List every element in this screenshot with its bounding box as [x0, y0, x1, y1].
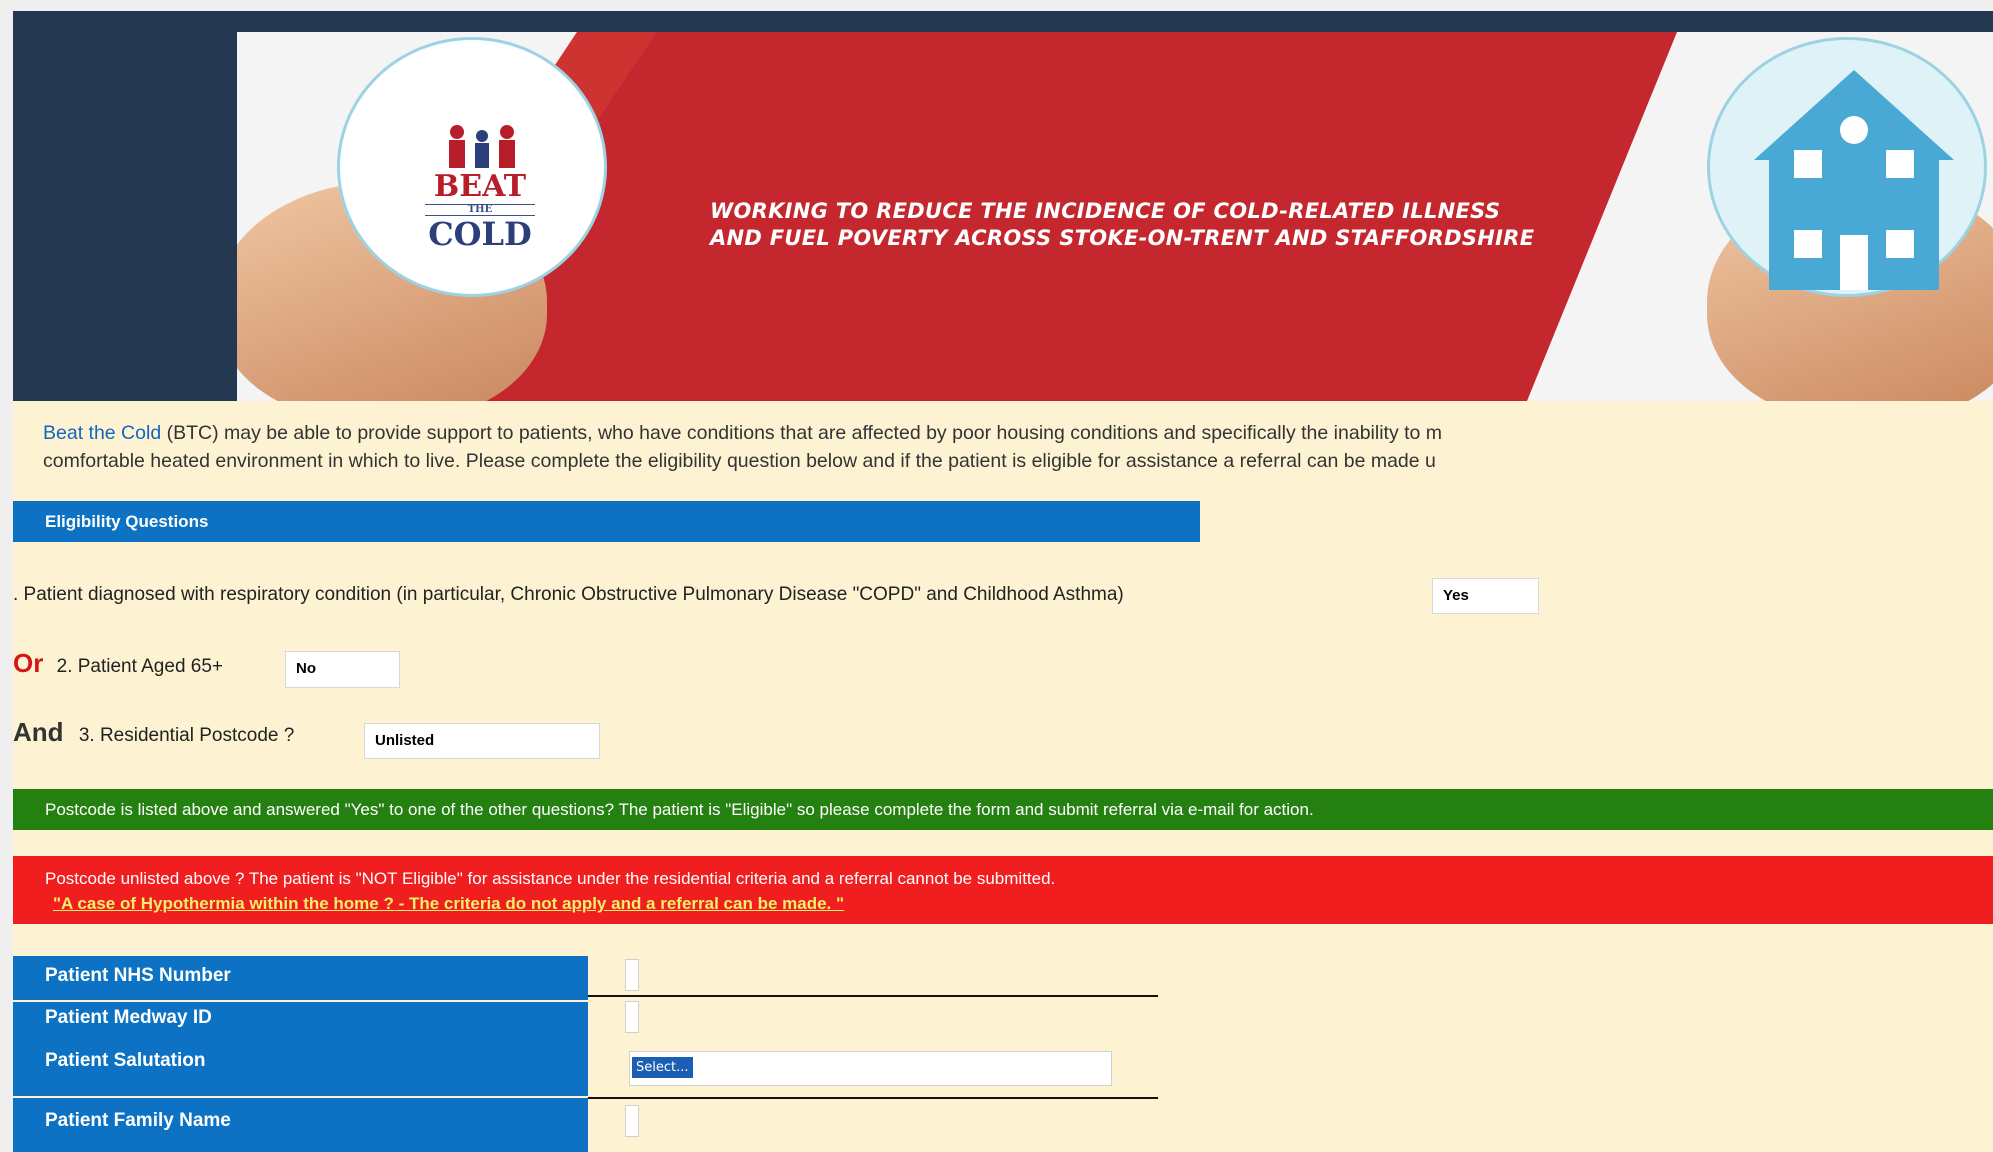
- and-connector: And: [13, 717, 64, 747]
- eligible-message: Postcode is listed above and answered "Y…: [13, 789, 1993, 830]
- not-eligible-text: Postcode unlisted above ? The patient is…: [45, 869, 1056, 888]
- family-icon: [449, 125, 515, 168]
- question-2-select[interactable]: No: [285, 651, 400, 688]
- intro-paragraph: Beat the Cold (BTC) may be able to provi…: [43, 419, 1993, 475]
- nhs-number-label: Patient NHS Number: [45, 965, 231, 986]
- question-3-label: 3. Residential Postcode ?: [78, 725, 295, 746]
- hypothermia-note: "A case of Hypothermia within the home ?…: [53, 894, 845, 913]
- family-name-input[interactable]: [625, 1105, 639, 1137]
- intro-line-2: comfortable heated environment in which …: [43, 450, 1436, 472]
- form-rule: [588, 995, 1158, 997]
- tagline-line-1: WORKING TO REDUCE THE INCIDENCE OF COLD-…: [710, 199, 1501, 223]
- family-name-label: Patient Family Name: [45, 1110, 231, 1131]
- logo-line-cold: COLD: [428, 215, 532, 253]
- form-separator: [13, 1000, 588, 1002]
- form-rule: [588, 1097, 1158, 1099]
- header-banner: BEAT THE COLD WORKING TO REDUCE THE INCI…: [13, 11, 1993, 401]
- intro-line-1: Beat the Cold (BTC) may be able to provi…: [43, 419, 1993, 447]
- question-2-row: Or 2. Patient Aged 65+: [13, 648, 223, 679]
- question-3-select[interactable]: Unlisted: [364, 723, 600, 759]
- banner-image: BEAT THE COLD WORKING TO REDUCE THE INCI…: [237, 32, 1993, 401]
- question-1-select[interactable]: Yes: [1432, 578, 1539, 614]
- intro-line-1-text: (BTC) may be able to provide support to …: [161, 422, 1443, 444]
- house-icon: [1754, 70, 1954, 290]
- medway-id-label: Patient Medway ID: [45, 1007, 212, 1028]
- logo-line-beat: BEAT: [433, 169, 527, 204]
- tagline-line-2: AND FUEL POVERTY ACROSS STOKE-ON-TRENT A…: [710, 226, 1535, 250]
- question-1-label: . Patient diagnosed with respiratory con…: [13, 584, 1124, 605]
- salutation-select[interactable]: Select...: [629, 1051, 1112, 1086]
- salutation-label: Patient Salutation: [45, 1050, 206, 1071]
- nhs-number-input[interactable]: [625, 959, 639, 991]
- not-eligible-message: Postcode unlisted above ? The patient is…: [13, 856, 1993, 924]
- beat-the-cold-logo: BEAT THE COLD: [425, 172, 535, 250]
- question-3-row: And 3. Residential Postcode ?: [13, 717, 294, 748]
- page: BEAT THE COLD WORKING TO REDUCE THE INCI…: [13, 11, 1993, 1152]
- form-separator: [13, 1096, 588, 1098]
- or-connector: Or: [13, 648, 44, 678]
- banner-tagline: WORKING TO REDUCE THE INCIDENCE OF COLD-…: [710, 198, 1610, 252]
- eligibility-header: Eligibility Questions: [13, 501, 1200, 542]
- beat-the-cold-link[interactable]: Beat the Cold: [43, 422, 161, 444]
- question-2-label: 2. Patient Aged 65+: [56, 656, 224, 677]
- salutation-select-value: Select...: [632, 1057, 693, 1078]
- medway-id-input[interactable]: [625, 1001, 639, 1033]
